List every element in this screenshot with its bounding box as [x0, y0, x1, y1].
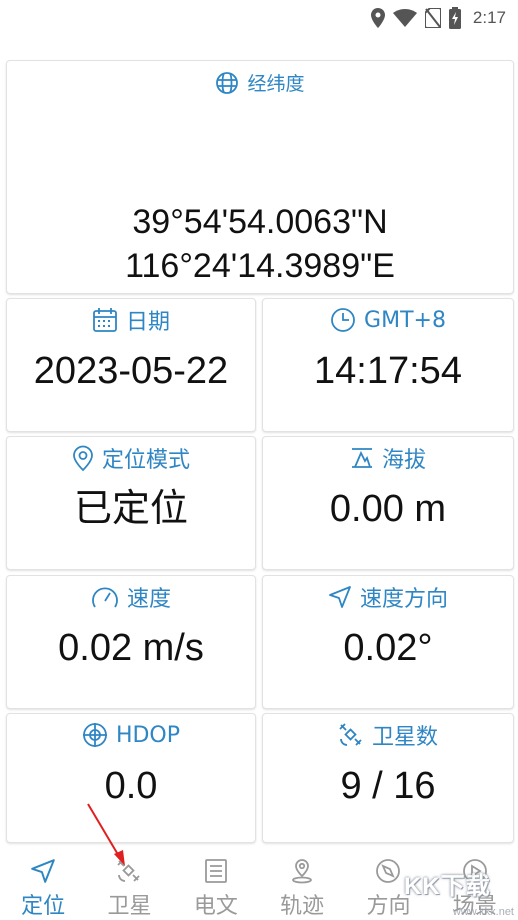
altitude-header: 海拔: [263, 441, 513, 475]
altitude-title: 海拔: [381, 448, 426, 473]
time-header: GMT+8: [263, 303, 513, 337]
nav-label: 轨迹: [280, 894, 325, 919]
bearing-value: 0.02°: [343, 627, 433, 669]
clock-icon: [330, 307, 356, 333]
status-bar: 2:17: [0, 0, 518, 36]
location-pin-icon: [72, 445, 94, 471]
satellites-card: 卫星数 9 / 16: [262, 713, 514, 843]
mode-header: 定位模式: [7, 441, 255, 475]
longitude-value: 116°24'14.3989"E: [125, 247, 395, 285]
bearing-header: 速度方向: [263, 580, 513, 614]
bearing-title: 速度方向: [359, 587, 448, 612]
status-time: 2:17: [472, 8, 506, 27]
hdop-title: HDOP: [115, 722, 181, 748]
date-header: 日期: [7, 303, 255, 337]
nav-label: 场景: [452, 894, 497, 919]
speed-value: 0.02 m/s: [58, 627, 204, 669]
no-sim-icon: [424, 8, 441, 28]
speed-header: 速度: [7, 580, 255, 614]
satellite-icon: [338, 722, 364, 748]
speedometer-icon: [91, 584, 119, 610]
scene-icon: [462, 858, 488, 884]
date-card: 日期 2023-05-22: [6, 298, 256, 432]
timezone-title: GMT+8: [364, 307, 446, 333]
wifi-icon: [392, 9, 417, 27]
nav-label: 电文: [193, 894, 238, 919]
bottom-nav: 定位 卫星 电文 轨迹 方向 场景: [0, 846, 518, 920]
mode-value: 已定位: [73, 488, 188, 530]
time-card: GMT+8 14:17:54: [262, 298, 514, 432]
date-value: 2023-05-22: [33, 350, 229, 392]
navigation-arrow-icon: [30, 858, 56, 884]
compass-icon: [375, 858, 401, 884]
annotation-arrow: [87, 803, 125, 866]
nav-label: 卫星: [107, 894, 152, 919]
latlng-header: 经纬度: [7, 69, 513, 96]
calendar-icon: [92, 307, 118, 333]
satellites-title: 卫星数: [371, 725, 438, 750]
nav-item-positioning[interactable]: 定位: [0, 846, 86, 920]
battery-charging-icon: [448, 7, 461, 29]
hdop-header: HDOP: [7, 718, 255, 752]
satellites-value: 9 / 16: [340, 765, 436, 807]
nav-item-messages[interactable]: 电文: [173, 846, 259, 920]
altitude-value: 0.00 m: [329, 488, 447, 530]
latitude-value: 39°54'54.0063"N: [132, 203, 388, 241]
crosshair-icon: [82, 722, 108, 748]
time-value: 14:17:54: [314, 350, 462, 392]
nav-item-scene[interactable]: 场景: [432, 846, 518, 920]
date-title: 日期: [125, 310, 170, 335]
latlng-card: 经纬度 39°54'54.0063"N 116°24'14.3989"E: [6, 60, 514, 294]
mode-title: 定位模式: [101, 448, 190, 473]
location-icon: [370, 8, 385, 28]
latlng-title: 经纬度: [247, 73, 305, 95]
navigation-arrow-icon: [328, 585, 352, 609]
nav-label: 方向: [366, 894, 411, 919]
nav-label: 定位: [21, 894, 66, 919]
document-icon: [204, 858, 228, 884]
nav-item-track[interactable]: 轨迹: [259, 846, 345, 920]
altitude-icon: [350, 446, 374, 470]
bearing-card: 速度方向 0.02°: [262, 575, 514, 709]
globe-icon: [215, 71, 239, 95]
map-pin-icon: [290, 858, 314, 884]
altitude-card: 海拔 0.00 m: [262, 436, 514, 570]
speed-card: 速度 0.02 m/s: [6, 575, 256, 709]
mode-card: 定位模式 已定位: [6, 436, 256, 570]
nav-item-direction[interactable]: 方向: [345, 846, 431, 920]
satellites-header: 卫星数: [263, 718, 513, 752]
speed-title: 速度: [126, 587, 171, 612]
